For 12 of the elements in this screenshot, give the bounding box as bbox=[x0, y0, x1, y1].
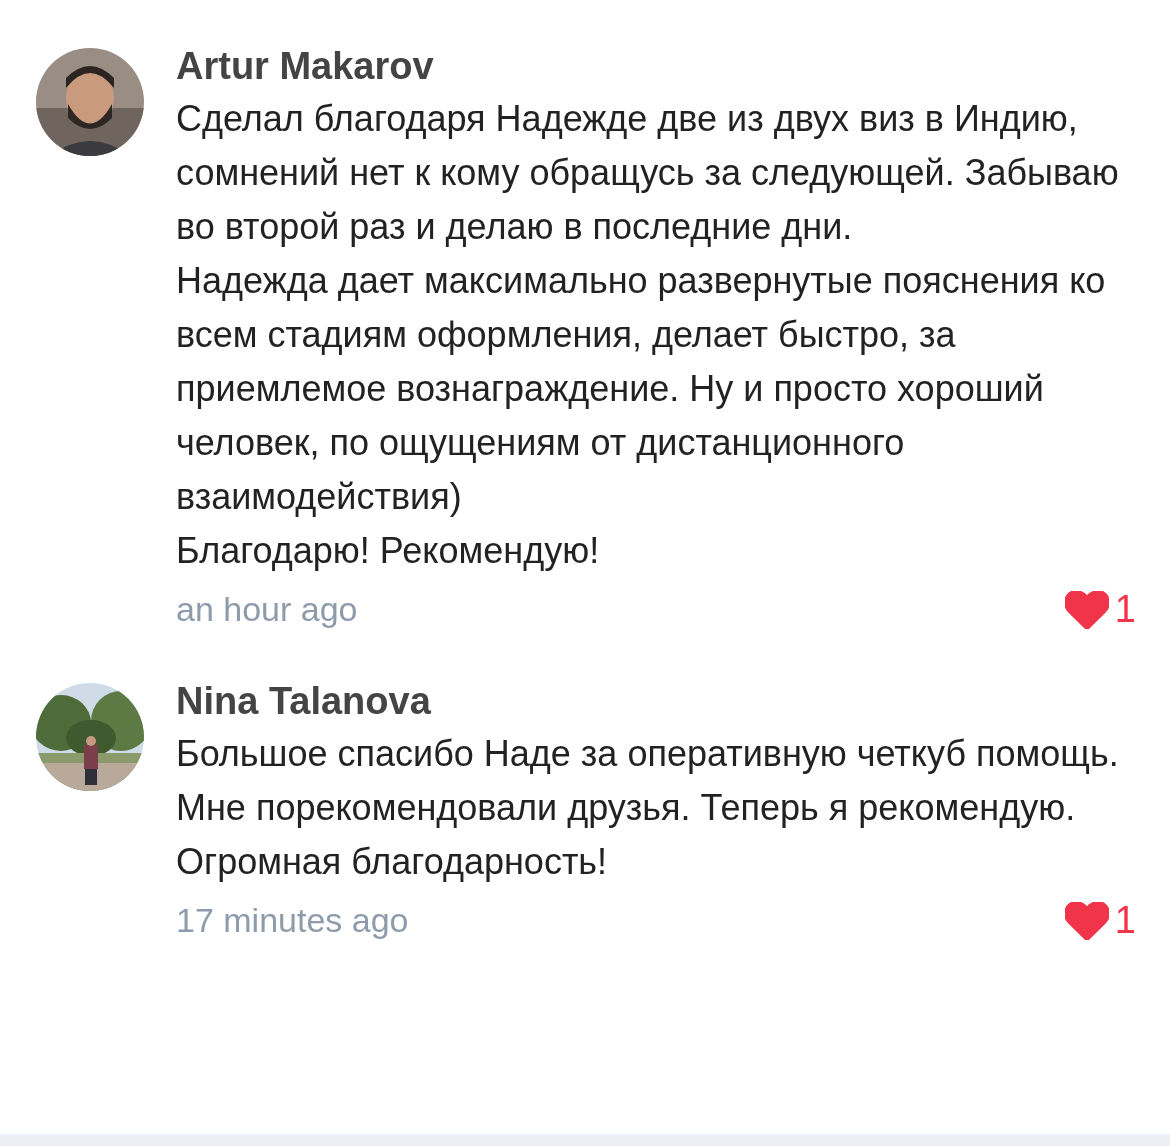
like-count: 1 bbox=[1114, 899, 1136, 942]
comment-text: Большое спасибо Наде за оперативную четкуб помощь. Мне порекомендовали друзья. Теперь я рекомендую. Огромная благодарность! bbox=[176, 732, 1120, 884]
comment-time: an hour ago bbox=[176, 590, 358, 629]
like-count: 1 bbox=[1114, 588, 1136, 631]
author-name[interactable]: Artur Makarov bbox=[176, 40, 1136, 92]
author-name[interactable]: Nina Talanova bbox=[176, 675, 1136, 727]
comment-text: Надежда дает максимально развернутые пояснения ко всем стадиям оформления, делает быстро, за приемлемое вознаграждение. Ну и просто хороший человек, по ощущениям от дистанционного взаимодействия) bbox=[176, 259, 1107, 519]
heart-icon[interactable] bbox=[1064, 901, 1109, 940]
comment-text: Благодарю! Рекомендую! bbox=[176, 529, 601, 573]
heart-icon[interactable] bbox=[1064, 590, 1109, 629]
comment-time: 17 minutes ago bbox=[176, 901, 409, 940]
comment-text: Сделал благодаря Надежде две из двух виз в Индию, сомнений нет к кому обращусь за следующей. Забываю во второй раз и делаю в последние дни. bbox=[176, 97, 1120, 249]
